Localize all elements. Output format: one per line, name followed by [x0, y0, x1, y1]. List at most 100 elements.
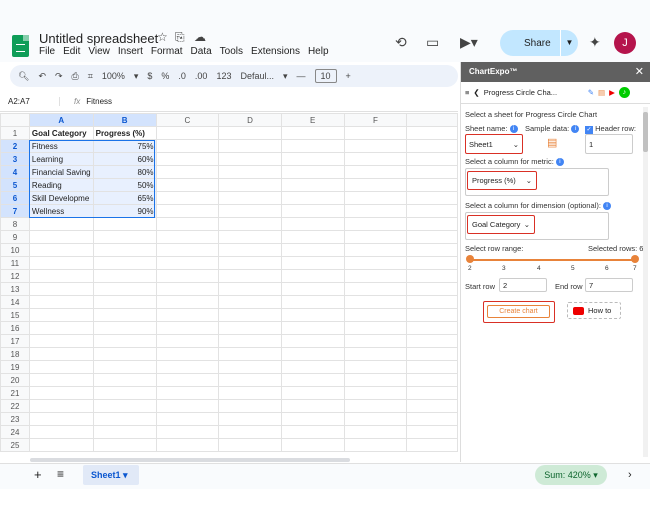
zoom-select[interactable]: 100% — [102, 71, 125, 81]
cell[interactable] — [218, 152, 282, 166]
cell[interactable] — [406, 243, 458, 257]
cell[interactable] — [280, 425, 345, 439]
menu-format[interactable]: Format — [151, 46, 183, 57]
cell[interactable] — [28, 399, 94, 413]
cell[interactable] — [28, 373, 94, 387]
corner-cell[interactable] — [0, 113, 30, 127]
cell[interactable] — [155, 269, 220, 283]
row-header[interactable]: 24 — [0, 425, 30, 439]
cell[interactable] — [280, 217, 345, 231]
document-title[interactable]: Untitled spreadsheet — [39, 31, 158, 46]
font-size-input[interactable]: 10 — [314, 69, 337, 83]
cell[interactable] — [28, 334, 94, 348]
meet-icon[interactable]: ▶▾ — [460, 34, 478, 51]
cell[interactable] — [155, 126, 220, 140]
cell[interactable] — [92, 243, 157, 257]
cell[interactable]: Skill Developme — [28, 191, 94, 205]
row-header[interactable]: 19 — [0, 360, 30, 374]
cell[interactable] — [280, 295, 345, 309]
row-header[interactable]: 2 — [0, 139, 30, 153]
cell[interactable] — [28, 360, 94, 374]
cell[interactable] — [343, 386, 408, 400]
cell[interactable] — [406, 438, 458, 452]
cell[interactable] — [92, 217, 157, 231]
row-header[interactable]: 6 — [0, 191, 30, 205]
cell[interactable] — [343, 178, 408, 192]
menu-file[interactable]: File — [39, 46, 55, 57]
menu-view[interactable]: View — [88, 46, 110, 57]
cell[interactable] — [218, 347, 282, 361]
column-header[interactable]: A — [28, 113, 94, 127]
cell[interactable] — [343, 282, 408, 296]
menu-help[interactable]: Help — [308, 46, 329, 57]
paint-format-icon[interactable]: ⌗ — [88, 71, 93, 82]
comments-icon[interactable]: ▭ — [426, 34, 439, 51]
share-button[interactable]: Share ▼ — [500, 30, 578, 56]
cell[interactable] — [280, 126, 345, 140]
cell[interactable]: 90% — [92, 204, 157, 218]
decrease-decimal-button[interactable]: .0 — [178, 71, 186, 81]
cell[interactable] — [280, 178, 345, 192]
cell[interactable] — [406, 152, 458, 166]
menu-tools[interactable]: Tools — [220, 46, 243, 57]
cell[interactable] — [92, 321, 157, 335]
cell[interactable] — [218, 425, 282, 439]
row-header[interactable]: 20 — [0, 373, 30, 387]
font-select[interactable]: Defaul... — [240, 71, 274, 81]
cell[interactable] — [343, 126, 408, 140]
menu-edit[interactable]: Edit — [63, 46, 80, 57]
cell[interactable] — [155, 373, 220, 387]
cell[interactable] — [28, 425, 94, 439]
cell[interactable] — [28, 282, 94, 296]
cell[interactable] — [406, 373, 458, 387]
cell[interactable] — [92, 334, 157, 348]
cell[interactable] — [92, 282, 157, 296]
row-header[interactable]: 21 — [0, 386, 30, 400]
history-icon[interactable]: ⟲ — [395, 34, 407, 51]
cell[interactable] — [92, 399, 157, 413]
cell[interactable] — [92, 412, 157, 426]
percent-button[interactable]: % — [161, 71, 169, 81]
cell[interactable] — [343, 243, 408, 257]
cell[interactable] — [406, 126, 458, 140]
cell[interactable] — [155, 347, 220, 361]
cell[interactable] — [155, 360, 220, 374]
row-header[interactable]: 15 — [0, 308, 30, 322]
slider-start-handle[interactable] — [466, 255, 474, 263]
search-menus-icon[interactable]: 🔍︎ — [18, 71, 29, 82]
cell[interactable] — [218, 256, 282, 270]
row-header[interactable]: 1 — [0, 126, 30, 140]
cell[interactable] — [218, 438, 282, 452]
cell[interactable] — [218, 178, 282, 192]
panel-scrollbar[interactable] — [643, 107, 648, 457]
cell[interactable]: Goal Category — [28, 126, 94, 140]
start-row-input[interactable]: 2 — [499, 278, 547, 292]
how-to-button[interactable]: How to — [567, 302, 621, 319]
cell[interactable] — [343, 191, 408, 205]
cell[interactable] — [155, 399, 220, 413]
cell[interactable] — [406, 334, 458, 348]
cell[interactable] — [155, 230, 220, 244]
cell[interactable] — [343, 152, 408, 166]
cell[interactable]: 75% — [92, 139, 157, 153]
cell[interactable] — [218, 295, 282, 309]
spreadsheet-grid[interactable]: A B C D E F 1 Goal Category Progress (%) 2 Fitness… — [0, 113, 458, 463]
cell[interactable] — [28, 308, 94, 322]
sum-indicator[interactable]: Sum: 420% ▾ — [535, 465, 607, 485]
cell[interactable] — [280, 347, 345, 361]
cell[interactable]: Reading — [28, 178, 94, 192]
row-header[interactable]: 12 — [0, 269, 30, 283]
cell[interactable] — [155, 178, 220, 192]
cell[interactable] — [155, 139, 220, 153]
cell[interactable] — [343, 165, 408, 179]
row-header[interactable]: 4 — [0, 165, 30, 179]
cell[interactable] — [155, 295, 220, 309]
row-header[interactable]: 25 — [0, 438, 30, 452]
cell[interactable] — [406, 165, 458, 179]
cell[interactable] — [280, 165, 345, 179]
cell[interactable] — [343, 230, 408, 244]
cell[interactable]: Financial Saving — [28, 165, 94, 179]
horizontal-scrollbar[interactable] — [30, 458, 350, 462]
row-header[interactable]: 13 — [0, 282, 30, 296]
column-header[interactable]: B — [92, 113, 157, 127]
